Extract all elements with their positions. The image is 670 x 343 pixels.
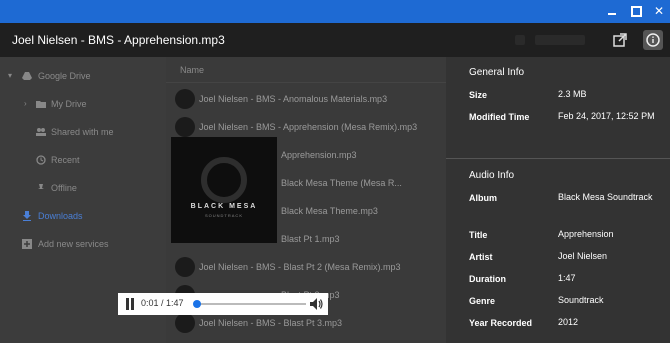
playback-time: 0:01 / 1:47: [141, 298, 184, 308]
file-thumbnail: [175, 313, 195, 333]
info-label-duration: Duration: [469, 274, 506, 284]
download-icon: [23, 211, 31, 221]
album-art-title: BLACK MESA: [190, 203, 258, 210]
column-header-name[interactable]: Name: [166, 57, 446, 83]
folder-icon: [36, 101, 46, 108]
sidebar-item-my-drive[interactable]: › My Drive: [0, 93, 166, 115]
info-label-size: Size: [469, 90, 488, 100]
info-button[interactable]: [643, 30, 663, 50]
maximize-button[interactable]: [629, 4, 643, 18]
audio-info-title: Audio Info: [469, 170, 515, 181]
general-info-title: General Info: [469, 67, 525, 78]
info-label-title: Title: [469, 230, 488, 240]
black-mesa-logo: [201, 157, 247, 203]
info-icon: [646, 33, 660, 47]
info-label-genre: Genre: [469, 296, 496, 306]
file-title: Joel Nielsen - BMS - Apprehension.mp3: [12, 33, 225, 47]
google-drive-icon: [22, 72, 32, 80]
album-art-subtitle: SOUNDTRACK: [204, 213, 243, 218]
info-panel: General Info Size 2.3 MB Modified Time F…: [446, 57, 670, 343]
viewer-header: Joel Nielsen - BMS - Apprehension.mp3: [0, 23, 670, 57]
seek-slider[interactable]: [193, 300, 306, 308]
pause-button[interactable]: [125, 298, 135, 310]
sidebar-item-downloads[interactable]: Downloads: [0, 205, 166, 227]
file-thumbnail: [175, 257, 195, 277]
info-label-year-recorded: Year Recorded: [469, 318, 533, 328]
toolbar-shadow: [535, 35, 585, 45]
info-label-artist: Artist: [469, 252, 493, 262]
info-value-album: Black Mesa Soundtrack: [558, 192, 653, 202]
sidebar-item-offline[interactable]: Offline: [0, 177, 166, 199]
window-title-bar: ✕: [0, 0, 670, 23]
info-value-modified-time: Feb 24, 2017, 12:52 PM: [558, 111, 655, 121]
info-value-duration: 1:47: [558, 273, 576, 283]
seek-handle[interactable]: [193, 300, 202, 308]
share-icon: [515, 35, 525, 45]
volume-icon[interactable]: [309, 297, 323, 311]
chevron-right-icon: ›: [24, 99, 27, 108]
album-art: BLACK MESA SOUNDTRACK: [171, 137, 277, 243]
list-item[interactable]: Joel Nielsen - BMS - Anomalous Materials…: [166, 85, 446, 113]
sidebar-item-add-new-services[interactable]: Add new services: [0, 233, 166, 255]
open-external-icon[interactable]: [612, 32, 628, 48]
minimize-button[interactable]: [605, 4, 619, 18]
people-icon: [36, 128, 46, 136]
info-value-artist: Joel Nielsen: [558, 251, 608, 261]
clock-icon: [36, 155, 46, 165]
info-value-year-recorded: 2012: [558, 317, 579, 327]
sidebar-item-google-drive[interactable]: ▾ Google Drive: [0, 65, 166, 87]
info-value-genre: Soundtrack: [558, 295, 604, 305]
divider: [446, 158, 670, 159]
sidebar-item-recent[interactable]: Recent: [0, 149, 166, 171]
close-button[interactable]: ✕: [652, 4, 666, 18]
pin-icon: [38, 184, 44, 193]
plus-icon: [22, 239, 32, 249]
file-thumbnail: [175, 117, 195, 137]
list-item[interactable]: Joel Nielsen - BMS - Blast Pt 2 (Mesa Re…: [166, 253, 446, 281]
info-label-album: Album: [469, 193, 497, 203]
info-value-title: Apprehension: [558, 229, 614, 239]
sidebar-item-shared-with-me[interactable]: Shared with me: [0, 121, 166, 143]
file-thumbnail: [175, 89, 195, 109]
audio-player: 0:01 / 1:47: [118, 293, 328, 315]
info-value-size: 2.3 MB: [558, 89, 587, 99]
info-label-modified-time: Modified Time: [469, 112, 530, 122]
chevron-down-icon: ▾: [8, 71, 13, 80]
